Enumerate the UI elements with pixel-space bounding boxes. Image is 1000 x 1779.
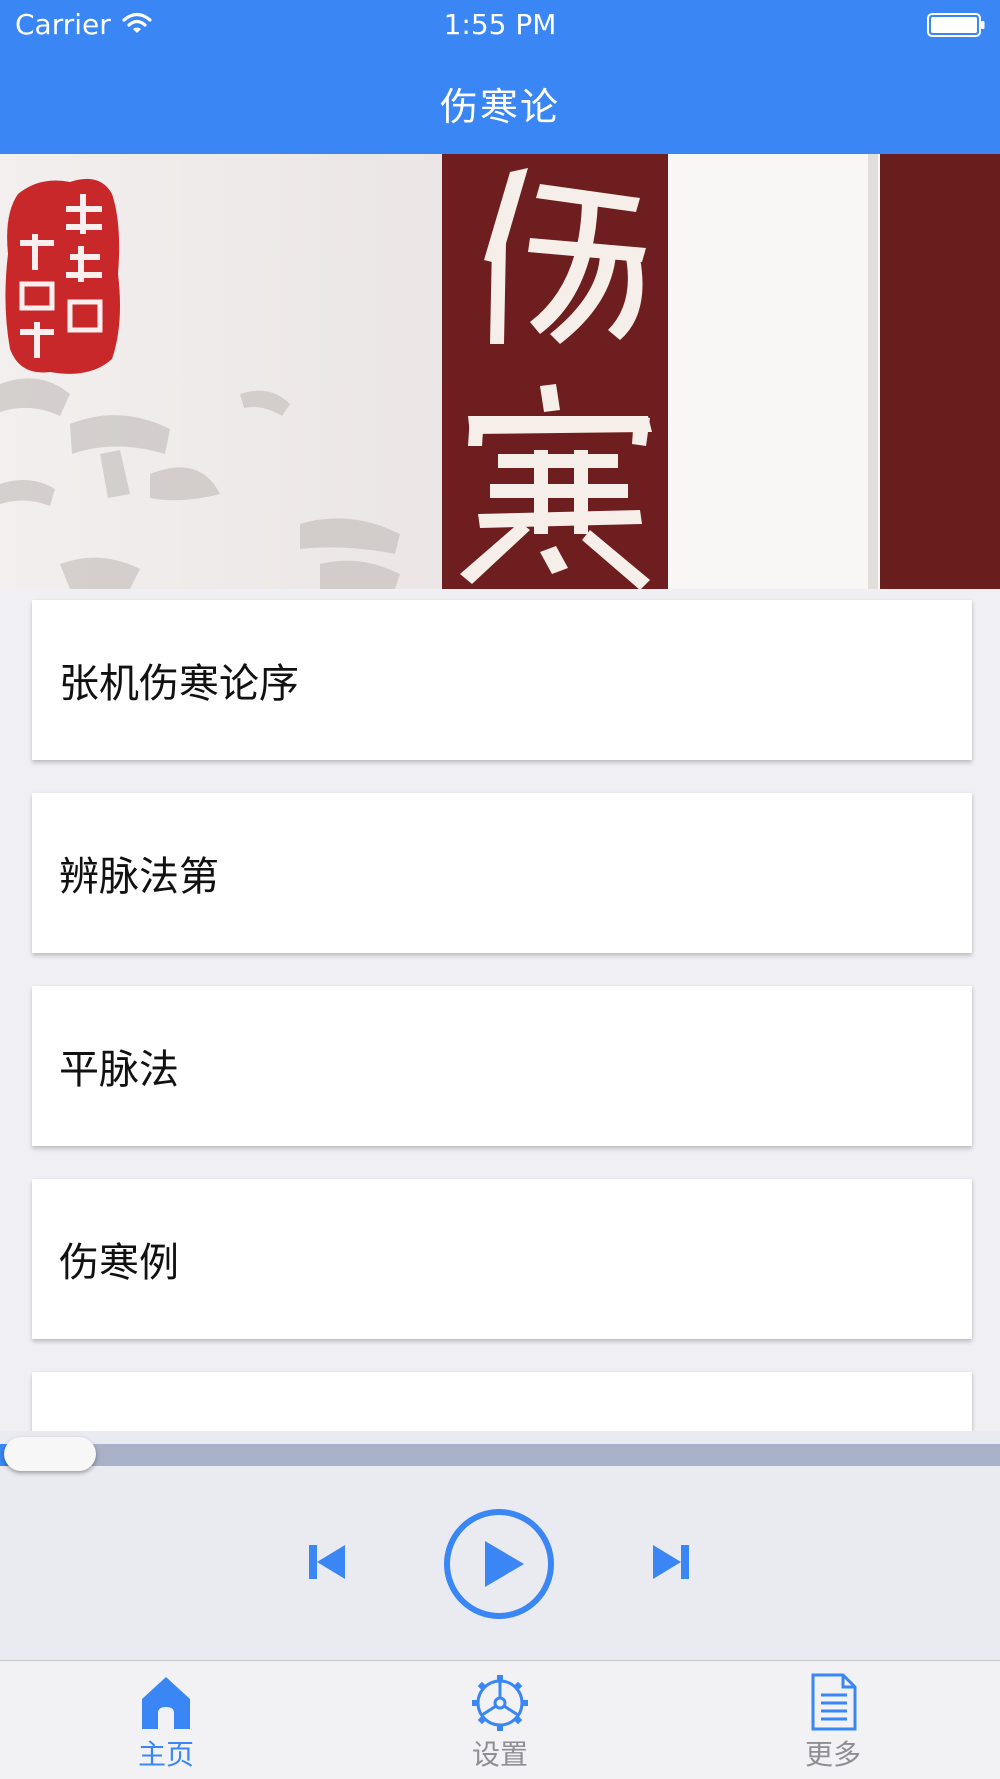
tab-settings[interactable]: 设置: [400, 1661, 600, 1779]
page-title: 伤寒论: [439, 85, 560, 129]
tab-bar: 主页 设置 更多: [0, 1660, 1000, 1779]
tab-label: 主页: [137, 1738, 194, 1771]
audio-player: [0, 1431, 1000, 1660]
chapter-item[interactable]: 伤寒例: [32, 1179, 972, 1339]
home-icon: [142, 1677, 190, 1729]
tab-more[interactable]: 更多: [733, 1661, 933, 1779]
chapter-item[interactable]: [32, 1372, 972, 1431]
chapter-item[interactable]: 辨脉法第: [32, 793, 972, 953]
gear-icon: [472, 1675, 528, 1731]
chapter-list[interactable]: 张机伤寒论序 辨脉法第 平脉法 伤寒例: [0, 589, 1000, 1431]
book-cover-banner: [0, 154, 1000, 589]
previous-track-button[interactable]: [305, 1541, 347, 1583]
chapter-title: 平脉法: [59, 1047, 179, 1093]
next-track-button[interactable]: [651, 1541, 693, 1583]
chapter-item[interactable]: 张机伤寒论序: [32, 600, 972, 760]
tab-home[interactable]: 主页: [66, 1661, 266, 1779]
chapter-title: 辨脉法第: [59, 854, 219, 900]
seal-stamp: [5, 178, 120, 374]
document-icon: [811, 1673, 857, 1731]
chapter-item[interactable]: 平脉法: [32, 986, 972, 1146]
play-button[interactable]: [442, 1507, 556, 1621]
navigation-header: Carrier 1:55 PM 伤寒论: [0, 0, 1000, 154]
chapter-title: 伤寒例: [59, 1240, 179, 1286]
status-time: 1:55 PM: [443, 8, 557, 41]
book-cover-image: [0, 154, 1000, 589]
progress-track[interactable]: [0, 1444, 1000, 1466]
progress-slider-thumb[interactable]: [4, 1437, 96, 1471]
chapter-title: 张机伤寒论序: [59, 661, 299, 707]
status-bar: Carrier 1:55 PM: [0, 0, 1000, 50]
tab-label: 更多: [804, 1738, 861, 1771]
battery-icon: [927, 13, 985, 37]
tab-label: 设置: [471, 1738, 528, 1771]
